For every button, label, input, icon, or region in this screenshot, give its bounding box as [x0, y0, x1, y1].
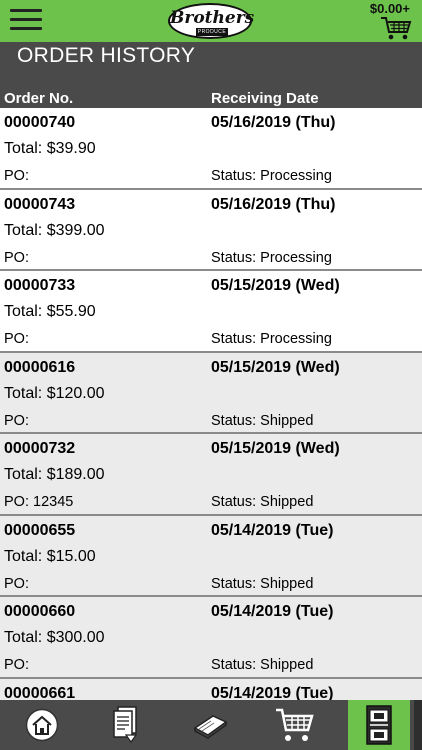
cart-total[interactable]: $0.00+ — [370, 1, 410, 16]
order-po: PO: — [4, 331, 29, 347]
catalog-book-icon — [193, 715, 228, 739]
header-cart-icon[interactable] — [380, 15, 412, 41]
order-po: PO: — [4, 412, 29, 429]
order-total: Total: $300.00 — [4, 629, 105, 646]
order-row[interactable]: 00000733 05/15/2019 (Wed) Total: $55.90 … — [0, 271, 422, 353]
bottom-nav — [0, 700, 422, 750]
page-header: ORDER HISTORY Order No. Receiving Date — [0, 42, 422, 108]
order-number: 00000732 — [4, 440, 76, 457]
order-status: Status: Shipped — [211, 494, 314, 510]
receiving-date: 05/15/2019 (Wed) — [211, 440, 340, 457]
nav-catalog[interactable] — [168, 700, 252, 750]
order-po: PO: — [4, 249, 29, 266]
order-status: Status: Shipped — [211, 412, 314, 429]
receiving-date: 05/14/2019 (Tue) — [211, 684, 334, 701]
receiving-date: 05/16/2019 (Thu) — [211, 114, 336, 131]
nav-order-history[interactable] — [348, 700, 410, 750]
nav-orders[interactable] — [84, 700, 168, 750]
top-bar: Brothers PRODUCE $0.00+ — [0, 0, 422, 42]
order-number: 00000660 — [4, 603, 76, 620]
order-total: Total: $189.00 — [4, 466, 105, 483]
order-row[interactable]: 00000660 05/14/2019 (Tue) Total: $300.00… — [0, 597, 422, 679]
nav-overflow-edge — [414, 700, 422, 750]
order-row[interactable]: 00000740 05/16/2019 (Thu) Total: $39.90 … — [0, 108, 422, 190]
order-total: Total: $39.90 — [4, 140, 96, 157]
order-total: Total: $399.00 — [4, 221, 105, 239]
order-list[interactable]: 00000740 05/16/2019 (Thu) Total: $39.90 … — [0, 108, 422, 700]
cart-icon — [276, 708, 314, 741]
page-title: ORDER HISTORY — [17, 44, 196, 67]
order-number: 00000733 — [4, 277, 76, 294]
hamburger-menu-icon[interactable] — [10, 9, 42, 35]
order-po: PO: — [4, 168, 29, 184]
receiving-date: 05/14/2019 (Tue) — [211, 603, 334, 620]
receiving-date: 05/16/2019 (Thu) — [211, 195, 336, 213]
order-total: Total: $55.90 — [4, 303, 96, 320]
home-icon — [25, 708, 59, 742]
order-status: Status: Processing — [211, 168, 332, 184]
order-row[interactable]: 00000655 05/14/2019 (Tue) Total: $15.00 … — [0, 515, 422, 597]
nav-home[interactable] — [0, 700, 84, 750]
order-po: PO: — [4, 575, 29, 592]
column-header-order-no: Order No. — [4, 90, 74, 107]
order-number: 00000655 — [4, 521, 76, 539]
order-status: Status: Shipped — [211, 657, 314, 673]
order-status: Status: Processing — [211, 249, 332, 266]
order-status: Status: Shipped — [211, 575, 314, 592]
receiving-date: 05/15/2019 (Wed) — [211, 358, 340, 376]
receiving-date: 05/14/2019 (Tue) — [211, 521, 334, 539]
order-row[interactable]: 00000743 05/16/2019 (Thu) Total: $399.00… — [0, 189, 422, 271]
order-list-icon — [113, 706, 138, 744]
order-number: 00000661 — [4, 684, 76, 701]
nav-cart[interactable] — [252, 700, 336, 750]
brothers-produce-logo[interactable]: Brothers PRODUCE — [168, 3, 255, 39]
order-row[interactable]: 00000616 05/15/2019 (Wed) Total: $120.00… — [0, 352, 422, 434]
receiving-date: 05/15/2019 (Wed) — [211, 277, 340, 294]
order-row[interactable]: 00000661 05/14/2019 (Tue) — [0, 678, 422, 701]
order-number: 00000740 — [4, 114, 76, 131]
order-total: Total: $120.00 — [4, 384, 105, 402]
order-total: Total: $15.00 — [4, 547, 96, 565]
logo-word: Brothers — [170, 8, 255, 28]
order-number: 00000616 — [4, 358, 76, 376]
order-po: PO: — [4, 657, 29, 673]
order-po: PO: 12345 — [4, 494, 74, 510]
logo-sub: PRODUCE — [196, 28, 228, 36]
order-status: Status: Processing — [211, 331, 332, 347]
order-history-icon — [366, 705, 392, 745]
column-header-receiving-date: Receiving Date — [211, 90, 319, 107]
order-row[interactable]: 00000732 05/15/2019 (Wed) Total: $189.00… — [0, 434, 422, 516]
order-number: 00000743 — [4, 195, 76, 213]
